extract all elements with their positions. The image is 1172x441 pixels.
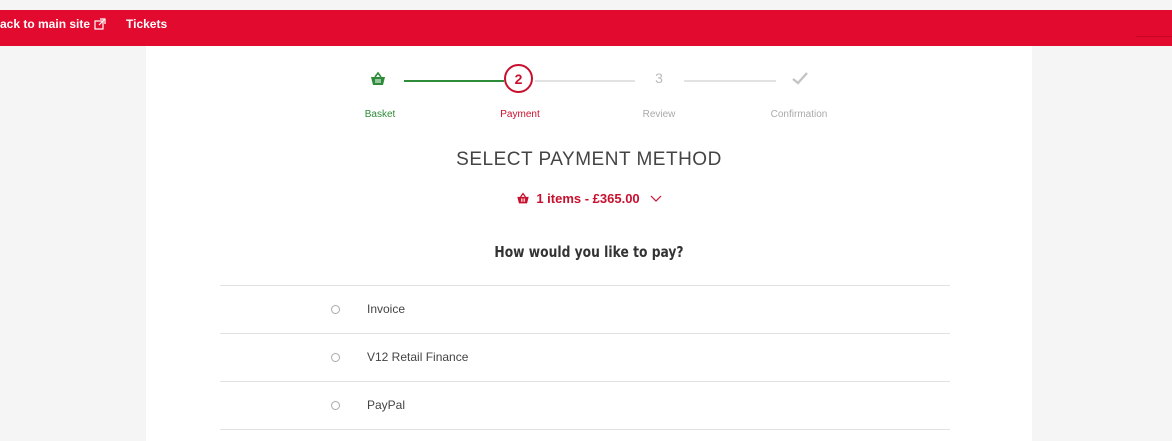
radio-button[interactable] xyxy=(331,353,340,362)
payment-option-paypal[interactable]: PayPal xyxy=(220,382,950,430)
tickets-label: Tickets xyxy=(126,17,168,31)
step-connector-upcoming-2 xyxy=(684,80,776,82)
step-label-basket: Basket xyxy=(364,109,396,120)
page-title: SELECT PAYMENT METHOD xyxy=(456,149,722,170)
step-number-payment: 2 xyxy=(514,70,523,87)
back-to-main-site-link[interactable]: ack to main site xyxy=(0,17,106,31)
chevron-down-icon xyxy=(650,195,662,202)
step-label-review: Review xyxy=(642,109,676,120)
payment-option-label: Invoice xyxy=(367,302,406,316)
basket-summary-toggle[interactable]: 1 items - £365.00 xyxy=(146,191,1032,206)
basket-icon xyxy=(517,192,529,204)
topbar-divider xyxy=(1136,36,1172,37)
payment-option-v12-retail-finance[interactable]: V12 Retail Finance xyxy=(220,334,950,382)
top-navigation-bar: ack to main site Tickets xyxy=(0,10,1172,46)
payment-option-label: PayPal xyxy=(367,398,406,412)
tickets-link[interactable]: Tickets xyxy=(126,17,167,31)
external-link-icon xyxy=(94,18,106,30)
basket-icon xyxy=(371,71,385,85)
back-to-main-site-label: ack to main site xyxy=(0,17,91,31)
step-label-payment: Payment xyxy=(500,109,540,120)
step-connector-upcoming xyxy=(535,80,635,82)
step-payment-indicator: 2 xyxy=(504,64,533,93)
checkout-panel: Basket 2 Payment 3 Review Confirmation S… xyxy=(146,46,1032,441)
check-icon xyxy=(792,72,808,85)
step-number-review: 3 xyxy=(655,70,663,86)
basket-summary-text: 1 items - £365.00 xyxy=(536,191,640,206)
payment-option-invoice[interactable]: Invoice xyxy=(220,286,950,334)
step-label-confirmation: Confirmation xyxy=(770,109,828,120)
payment-option-label: V12 Retail Finance xyxy=(367,350,469,364)
radio-button[interactable] xyxy=(331,401,340,410)
radio-button[interactable] xyxy=(331,305,340,314)
payment-question: How would you like to pay? xyxy=(494,243,684,261)
payment-options-list: Invoice V12 Retail Finance PayPal xyxy=(220,285,950,430)
step-connector-complete xyxy=(404,80,504,82)
